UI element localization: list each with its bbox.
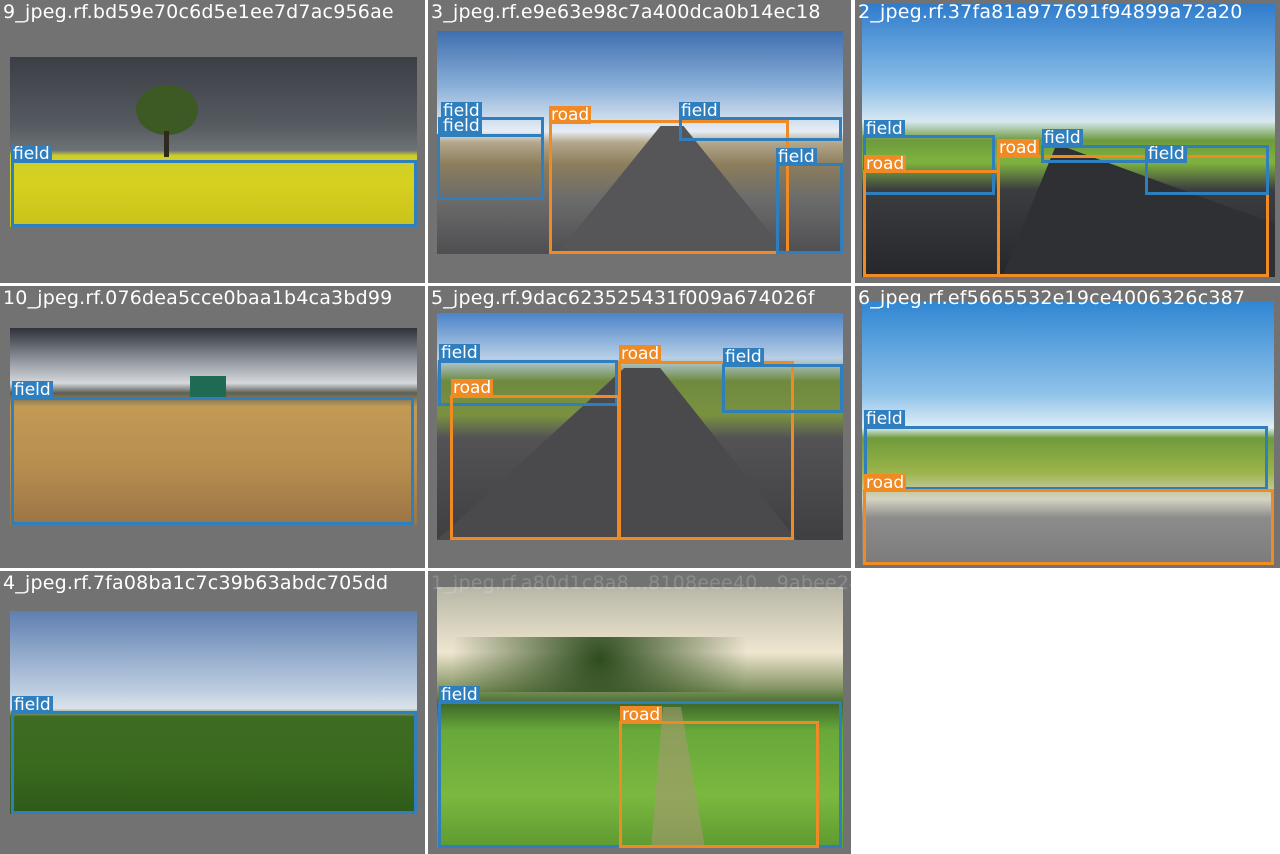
bbox-label: road <box>864 473 907 493</box>
tile-title: 10_jpeg.rf.076dea5cce0baa1b4ca3bd99 <box>3 287 393 309</box>
bbox-label: field <box>439 685 480 705</box>
tile-title: 5_jpeg.rf.9dac623525431f009a674026f <box>431 287 815 309</box>
tile-title: 3_jpeg.rf.e9e63e98c7a400dca0b14ec18 <box>431 1 821 23</box>
grid-tile-5[interactable]: 5_jpeg.rf.9dac623525431f009a674026f fiel… <box>428 286 851 568</box>
bbox-label: field <box>439 343 480 363</box>
bbox-label: road <box>619 344 662 364</box>
bbox-label: field <box>11 144 52 164</box>
bbox-label: field <box>864 119 905 139</box>
bbox-label: field <box>12 380 53 400</box>
bbox-field <box>11 711 417 814</box>
tile-title: 6_jpeg.rf.ef5665532e19ce4006326c387 <box>858 287 1246 309</box>
bbox-road <box>450 395 620 540</box>
grid-tile-6[interactable]: 6_jpeg.rf.ef5665532e19ce4006326c387 fiel… <box>855 286 1280 568</box>
bbox-label: field <box>776 147 817 167</box>
bbox-field <box>722 364 843 413</box>
bbox-field <box>437 134 544 200</box>
bbox-label: road <box>864 154 907 174</box>
bbox-label: field <box>12 695 53 715</box>
bbox-field <box>776 163 843 254</box>
tile-title: 4_jpeg.rf.7fa08ba1c7c39b63abdc705dd <box>3 572 389 594</box>
bbox-label: field <box>679 101 720 121</box>
grid-tile-3[interactable]: 2_jpeg.rf.37fa81a977691f94899a72a20 fiel… <box>855 0 1280 283</box>
bbox-road <box>619 721 819 848</box>
grid-tile-7[interactable]: 4_jpeg.rf.7fa08ba1c7c39b63abdc705dd fiel… <box>0 571 425 854</box>
bbox-label: field <box>723 347 764 367</box>
bbox-label: field <box>1042 128 1083 148</box>
tree-trunk <box>164 131 169 157</box>
bbox-field <box>864 426 1268 490</box>
tile-title: 9_jpeg.rf.bd59e70c6d5e1ee7d7ac956ae <box>3 1 394 23</box>
bbox-label: road <box>451 378 494 398</box>
bbox-label: field <box>441 116 482 136</box>
bbox-label: road <box>549 105 592 125</box>
trees-shape <box>437 637 843 692</box>
bbox-road <box>863 489 1274 565</box>
grid-tile-1[interactable]: 9_jpeg.rf.bd59e70c6d5e1ee7d7ac956ae fiel… <box>0 0 425 283</box>
bbox-label: field <box>864 409 905 429</box>
bbox-label: road <box>997 138 1040 158</box>
tree-shape <box>136 85 198 135</box>
bbox-label: road <box>620 705 663 725</box>
bbox-field <box>11 160 417 227</box>
bbox-road <box>863 170 1000 277</box>
tile-title: 2_jpeg.rf.37fa81a977691f94899a72a20 <box>858 1 1243 23</box>
harvester-shape <box>190 376 226 398</box>
grid-tile-2[interactable]: 3_jpeg.rf.e9e63e98c7a400dca0b14ec18 fiel… <box>428 0 851 283</box>
grid-tile-4[interactable]: 10_jpeg.rf.076dea5cce0baa1b4ca3bd99 fiel… <box>0 286 425 568</box>
bbox-field <box>11 397 414 525</box>
bbox-label: field <box>1146 144 1187 164</box>
grid-tile-8[interactable]: 1_jpeg.rf.a80d1c8a8…8108eee40…9abee24087… <box>428 571 851 854</box>
tile-title: 1_jpeg.rf.a80d1c8a8…8108eee40…9abee24087 <box>431 572 851 594</box>
